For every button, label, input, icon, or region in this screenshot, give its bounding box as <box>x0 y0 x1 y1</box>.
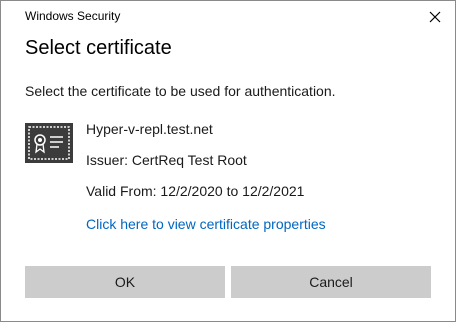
view-certificate-properties-link[interactable]: Click here to view certificate propertie… <box>86 216 326 232</box>
certificate-name: Hyper-v-repl.test.net <box>86 121 213 137</box>
certificate-validity: Valid From: 12/2/2020 to 12/2/2021 <box>86 183 305 199</box>
dialog-instructions: Select the certificate to be used for au… <box>25 83 336 99</box>
close-button[interactable] <box>427 9 443 25</box>
select-certificate-dialog: Windows Security Select certificate Sele… <box>0 0 456 322</box>
cancel-button[interactable]: Cancel <box>231 266 431 298</box>
button-bar: OK Cancel <box>1 252 455 321</box>
title-bar: Windows Security <box>1 1 455 33</box>
dialog-heading: Select certificate <box>25 37 172 59</box>
certificate-icon[interactable] <box>25 123 73 163</box>
close-icon <box>429 11 441 23</box>
ok-button[interactable]: OK <box>25 266 225 298</box>
window-title: Windows Security <box>25 9 121 23</box>
certificate-issuer: Issuer: CertReq Test Root <box>86 152 247 168</box>
